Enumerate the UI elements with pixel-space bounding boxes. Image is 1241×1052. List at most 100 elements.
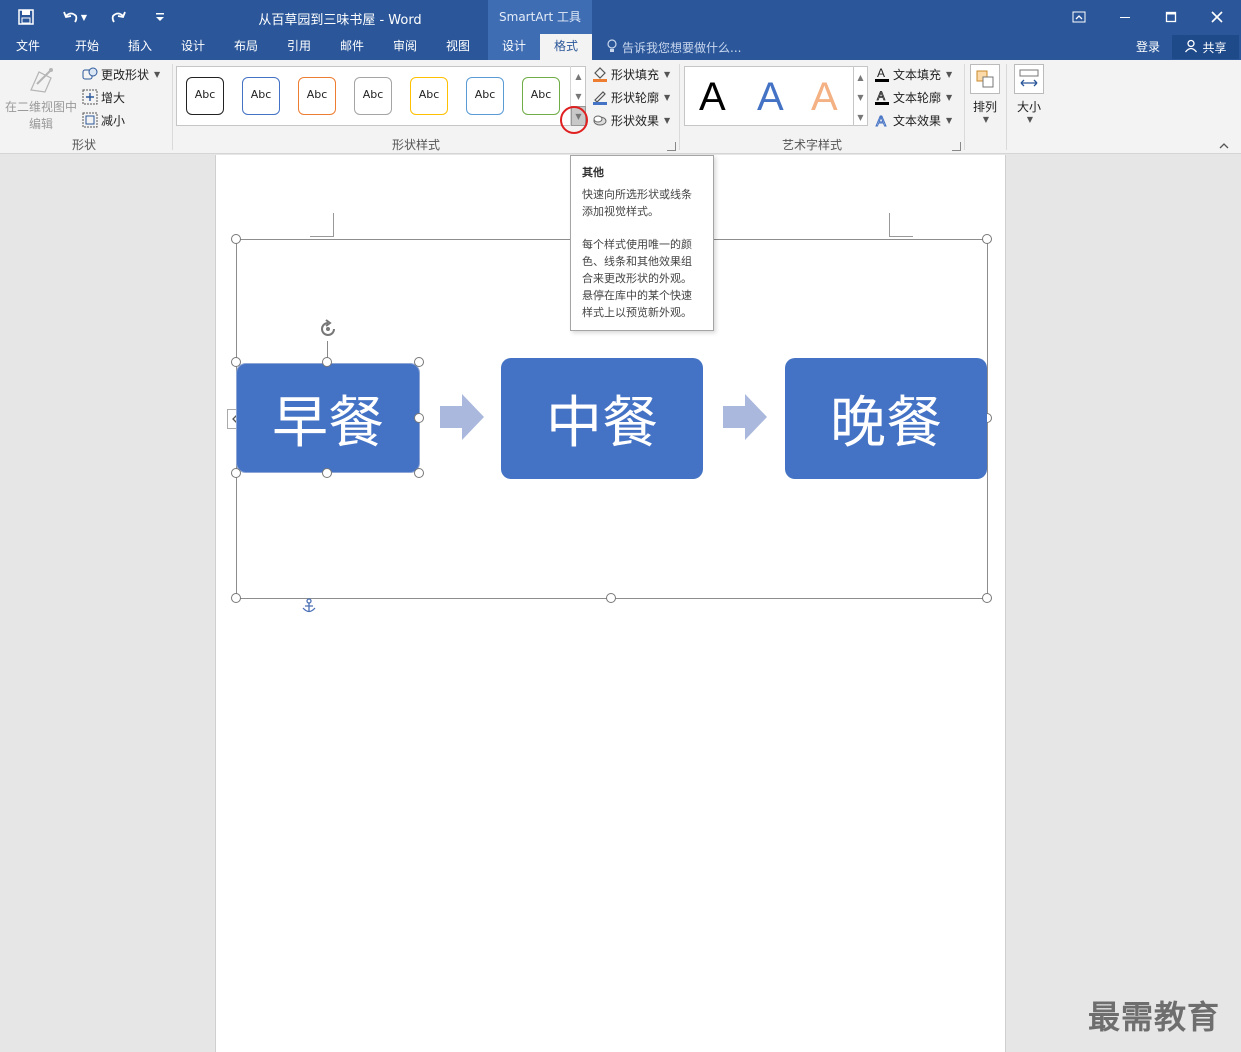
resize-handle[interactable] (982, 593, 992, 603)
collapse-ribbon-icon[interactable] (1218, 140, 1230, 150)
resize-handle[interactable] (231, 357, 241, 367)
tab-smartart-design[interactable]: 设计 (488, 34, 540, 60)
rotate-handle-icon[interactable] (316, 317, 340, 341)
arrange-button[interactable]: 排列 ▼ (968, 64, 1002, 124)
smartart-node-lunch[interactable]: 中餐 (501, 358, 703, 479)
text-fill-label: 文本填充 (893, 67, 942, 82)
title-bar: ▼ 从百草园到三味书屋 - Word SmartArt 工具 (0, 0, 1241, 34)
paint-bucket-icon (592, 66, 608, 82)
tab-view[interactable]: 视图 (433, 34, 483, 60)
edit-2d-icon (25, 64, 57, 96)
change-shape-icon (82, 66, 98, 82)
resize-handle[interactable] (322, 357, 332, 367)
tab-layout[interactable]: 布局 (221, 34, 271, 60)
ribbon-display-options-icon[interactable] (1056, 0, 1102, 34)
share-button[interactable]: 共享 (1172, 35, 1239, 59)
shape-style-swatch[interactable]: Abc (298, 77, 336, 115)
chevron-down-icon: ▼ (946, 69, 953, 79)
smaller-button[interactable]: 减小 (82, 110, 125, 130)
larger-icon (82, 89, 98, 105)
text-outline-icon: A (874, 89, 890, 105)
scroll-up-icon[interactable]: ▲ (571, 66, 586, 86)
group-divider (964, 64, 965, 150)
shape-style-swatch[interactable]: Abc (522, 77, 560, 115)
text-effects-button[interactable]: A 文本效果 ▼ (874, 110, 953, 131)
more-wordart-icon[interactable]: ▼ (854, 107, 867, 127)
tab-home[interactable]: 开始 (62, 34, 112, 60)
dialog-launcher-icon[interactable] (952, 142, 961, 151)
resize-handle[interactable] (231, 234, 241, 244)
size-button[interactable]: 大小 ▼ (1012, 64, 1046, 124)
resize-handle[interactable] (414, 413, 424, 423)
close-button[interactable] (1194, 0, 1240, 34)
anchor-icon[interactable] (302, 598, 316, 614)
undo-icon[interactable]: ▼ (58, 6, 92, 28)
shape-style-swatch[interactable]: Abc (242, 77, 280, 115)
tab-file[interactable]: 文件 (2, 34, 54, 60)
scroll-up-icon[interactable]: ▲ (854, 67, 867, 87)
flow-arrow[interactable] (723, 394, 767, 440)
resize-handle[interactable] (231, 593, 241, 603)
customize-quick-access-icon[interactable] (150, 6, 170, 28)
scroll-down-icon[interactable]: ▼ (571, 86, 586, 106)
wordart-scrollbar: ▲ ▼ ▼ (854, 66, 868, 126)
shape-fill-button[interactable]: 形状填充 ▼ (592, 64, 670, 84)
smaller-icon (82, 112, 98, 128)
redo-icon[interactable] (106, 6, 130, 28)
shape-effects-button[interactable]: 形状效果 ▼ (592, 110, 670, 130)
shape-group-label: 形状 (71, 138, 96, 152)
change-shape-button[interactable]: 更改形状 ▼ (82, 64, 160, 84)
chevron-down-icon: ▼ (664, 115, 671, 125)
tab-references[interactable]: 引用 (274, 34, 324, 60)
text-outline-button[interactable]: A 文本轮廓 ▼ (874, 87, 952, 107)
wordart-style-black[interactable]: A (699, 75, 726, 120)
tab-design[interactable]: 设计 (168, 34, 218, 60)
sign-in-link[interactable]: 登录 (1136, 38, 1160, 55)
shape-style-swatch[interactable]: Abc (466, 77, 504, 115)
shape-outline-label: 形状轮廓 (611, 90, 660, 105)
chevron-down-icon: ▼ (946, 115, 953, 125)
resize-handle[interactable] (606, 593, 616, 603)
smartart-node-dinner[interactable]: 晚餐 (785, 358, 987, 479)
shape-styles-group-label: 形状样式 (391, 138, 440, 152)
window-title: 从百草园到三味书屋 - Word (258, 13, 422, 28)
wordart-style-orange[interactable]: A (811, 75, 838, 120)
maximize-button[interactable] (1148, 0, 1194, 34)
resize-handle[interactable] (982, 234, 992, 244)
resize-handle[interactable] (414, 357, 424, 367)
tab-mailings[interactable]: 邮件 (327, 34, 377, 60)
save-icon[interactable] (14, 6, 38, 28)
tab-format[interactable]: 格式 (540, 34, 592, 60)
text-fill-button[interactable]: A 文本填充 ▼ (874, 64, 952, 84)
share-label: 共享 (1202, 40, 1227, 55)
edit-in-2d-button[interactable]: 在二维视图中 编辑 (4, 64, 78, 132)
smartart-tools-header: SmartArt 工具 (488, 0, 592, 34)
tab-insert[interactable]: 插入 (115, 34, 165, 60)
text-fill-icon: A (874, 66, 890, 82)
more-tooltip: 其他 快速向所选形状或线条添加视觉样式。 每个样式使用唯一的颜色、线条和其他效果… (570, 155, 714, 331)
tab-review[interactable]: 审阅 (380, 34, 430, 60)
tell-me-box[interactable]: 告诉我您想要做什么... (606, 38, 741, 56)
wordart-style-blue[interactable]: A (757, 75, 784, 120)
scroll-down-icon[interactable]: ▼ (854, 87, 867, 107)
shape-style-swatch[interactable]: Abc (186, 77, 224, 115)
chevron-down-icon: ▼ (154, 69, 161, 79)
tooltip-paragraph-1: 快速向所选形状或线条添加视觉样式。 (582, 188, 692, 218)
shape-style-swatch[interactable]: Abc (354, 77, 392, 115)
resize-handle[interactable] (231, 468, 241, 478)
size-icon (1014, 64, 1044, 94)
smartart-node-breakfast[interactable]: 早餐 (236, 363, 420, 473)
resize-handle[interactable] (322, 468, 332, 478)
minimize-button[interactable] (1102, 0, 1148, 34)
group-divider (679, 64, 680, 150)
flow-arrow[interactable] (440, 394, 484, 440)
larger-button[interactable]: 增大 (82, 87, 125, 107)
smaller-label: 减小 (101, 113, 126, 128)
shape-outline-button[interactable]: 形状轮廓 ▼ (592, 87, 670, 107)
resize-handle[interactable] (414, 468, 424, 478)
shape-styles-gallery: Abc Abc Abc Abc Abc Abc Abc (176, 66, 586, 126)
dialog-launcher-icon[interactable] (667, 142, 676, 151)
chevron-down-icon: ▼ (982, 115, 990, 124)
chevron-down-icon: ▼ (1026, 115, 1034, 124)
shape-style-swatch[interactable]: Abc (410, 77, 448, 115)
